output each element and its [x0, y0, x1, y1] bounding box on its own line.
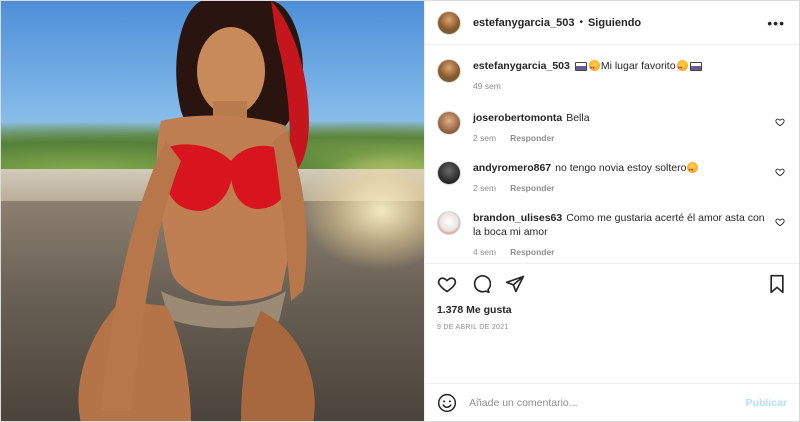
- comments-list: estefanygarcia_503 Mi lugar favorito 49 s…: [425, 45, 799, 263]
- bookmark-icon[interactable]: [767, 274, 787, 294]
- publish-button[interactable]: Publicar: [746, 397, 787, 409]
- emoji-icon[interactable]: [437, 393, 457, 413]
- reply-button[interactable]: Responder: [510, 247, 554, 257]
- post-actions: 1.378 Me gusta 9 DE ABRIL DE 2021: [424, 263, 799, 383]
- post-side-panel: estefanygarcia_503 • Siguiendo ••• estef…: [423, 1, 799, 421]
- header-separator: •: [579, 17, 583, 28]
- more-options-icon[interactable]: •••: [767, 15, 785, 31]
- caption-time[interactable]: 49 sem: [473, 81, 501, 91]
- comment-row: joserobertomonta Bella 2 sem Responder: [436, 111, 787, 143]
- comment-icon[interactable]: [471, 274, 491, 294]
- heart-icon[interactable]: [775, 217, 785, 227]
- heart-eyes-emoji-icon: [676, 60, 688, 75]
- post-header: estefanygarcia_503 • Siguiendo •••: [424, 1, 799, 45]
- commenter-avatar[interactable]: [436, 211, 461, 235]
- caption: estefanygarcia_503 Mi lugar favorito 49 s…: [436, 59, 787, 91]
- post-photo[interactable]: [1, 1, 424, 421]
- heart-eyes-emoji-icon: [687, 162, 699, 177]
- comment-username[interactable]: joserobertomonta: [473, 112, 562, 124]
- likes-count[interactable]: 1.378 Me gusta: [437, 304, 787, 316]
- comment-time[interactable]: 4 sem: [473, 247, 496, 257]
- photo-person: [78, 1, 315, 421]
- reply-button[interactable]: Responder: [510, 133, 554, 143]
- comment-username[interactable]: brandon_ulises63: [473, 212, 562, 224]
- commenter-avatar[interactable]: [436, 161, 461, 185]
- author-username[interactable]: estefanygarcia_503: [473, 17, 575, 29]
- comment-row: brandon_ulises63 Como me gustaria acerté …: [436, 211, 787, 257]
- like-heart-icon[interactable]: [437, 274, 457, 294]
- heart-eyes-emoji-icon: [588, 60, 600, 75]
- heart-icon[interactable]: [775, 167, 785, 177]
- caption-text: Mi lugar favorito: [600, 60, 676, 72]
- commenter-avatar[interactable]: [436, 111, 461, 135]
- bed-emoji-icon: [574, 62, 587, 71]
- bed-emoji-icon: [689, 62, 702, 71]
- comment-username[interactable]: andyromero867: [473, 162, 551, 174]
- comment-row: andyromero867 no tengo novia estoy solter…: [436, 161, 787, 193]
- reply-button[interactable]: Responder: [510, 183, 554, 193]
- comment-input[interactable]: [468, 396, 746, 409]
- post-container: estefanygarcia_503 • Siguiendo ••• estef…: [0, 0, 800, 422]
- heart-icon[interactable]: [775, 117, 785, 127]
- post-date[interactable]: 9 DE ABRIL DE 2021: [437, 324, 787, 331]
- caption-username[interactable]: estefanygarcia_503: [473, 60, 570, 72]
- add-comment-bar: Publicar: [424, 383, 799, 421]
- comment-time[interactable]: 2 sem: [473, 183, 496, 193]
- following-button[interactable]: Siguiendo: [588, 17, 641, 29]
- share-icon[interactable]: [505, 274, 525, 294]
- author-avatar[interactable]: [436, 10, 461, 35]
- comment-text: Bella: [566, 112, 590, 124]
- caption-avatar[interactable]: [436, 59, 461, 83]
- comment-time[interactable]: 2 sem: [473, 133, 496, 143]
- comment-text: no tengo novia estoy soltero: [555, 162, 687, 174]
- scrollbar[interactable]: [793, 1, 799, 421]
